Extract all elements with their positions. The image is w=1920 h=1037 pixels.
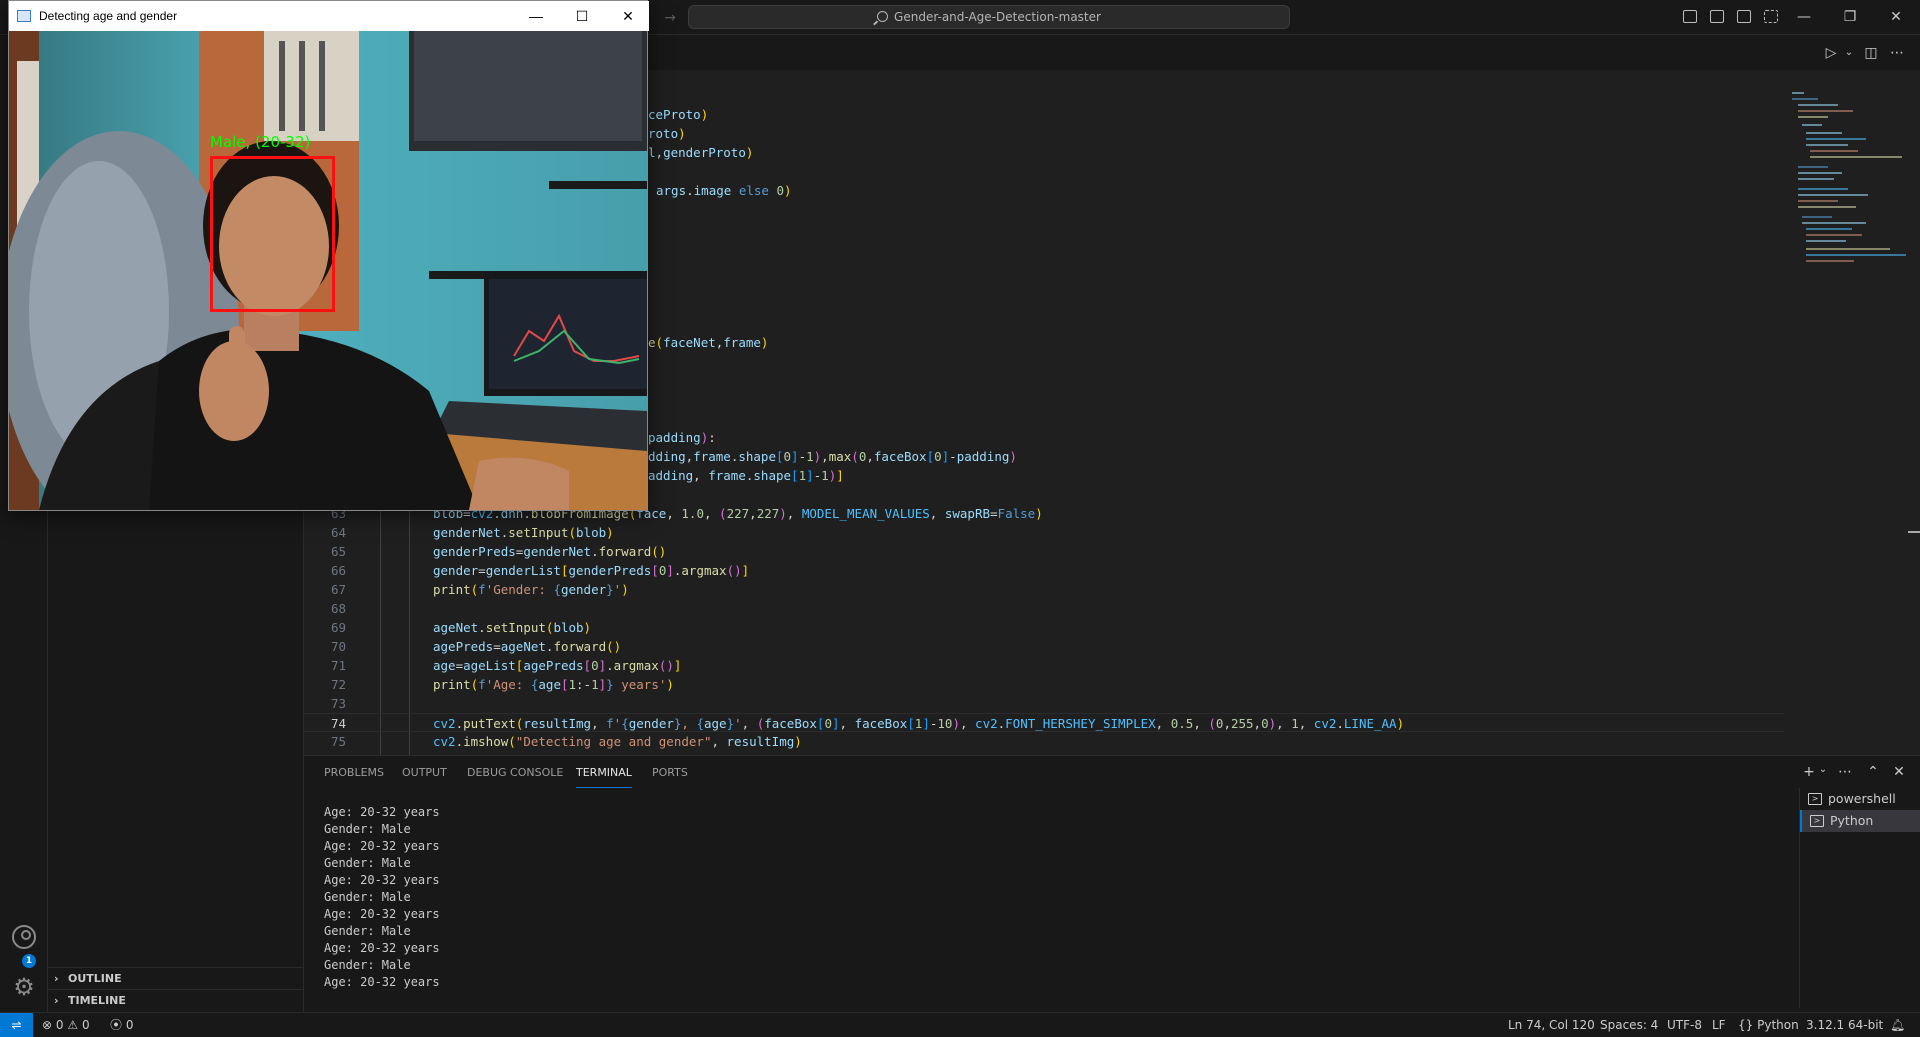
more-actions-icon[interactable]: ⋯ [1886, 42, 1908, 64]
opencv-window[interactable]: Detecting age and gender — ☐ ✕ Male, (20… [8, 0, 649, 511]
error-icon: ⊗ [42, 1018, 53, 1032]
close-button[interactable]: ✕ [1876, 4, 1916, 30]
toggle-primary-sidebar-icon[interactable] [1683, 10, 1697, 23]
chevron-right-icon: › [54, 972, 59, 985]
webcam-frame: Male, (20-32) [9, 31, 647, 510]
restore-button[interactable]: ❐ [1830, 4, 1870, 30]
command-center-label: Gender-and-Age-Detection-master [894, 10, 1101, 24]
toggle-secondary-sidebar-icon[interactable] [1737, 10, 1751, 23]
code-line[interactable]: 66 gender=genderList[genderPreds[0].argma… [304, 561, 1784, 580]
chevron-right-icon: › [54, 994, 59, 1007]
code-line[interactable]: 69 ageNet.setInput(blob) [304, 618, 1784, 637]
line-number: 65 [330, 544, 346, 559]
code-line[interactable]: 71 age=ageList[agePreds[0].argmax()] [304, 656, 1784, 675]
warning-icon: ⚠ [67, 1018, 79, 1032]
code-line-current[interactable]: 74 cv2.putText(resultImg, f'{gender}, {ag… [304, 713, 1784, 732]
bell-icon[interactable]: 🔔︎ [1890, 1013, 1905, 1037]
opencv-title-bar[interactable]: Detecting age and gender — ☐ ✕ [9, 1, 649, 31]
tab-output[interactable]: OUTPUT [402, 766, 447, 788]
remote-indicator-icon[interactable]: ⇌ [0, 1013, 33, 1037]
broadcast-icon: ⦿ [110, 1018, 123, 1032]
cursor-position[interactable]: Ln 74, Col 120 [1508, 1013, 1595, 1037]
outline-label: OUTLINE [68, 972, 122, 985]
interpreter-status[interactable]: 3.12.1 64-bit [1806, 1013, 1883, 1037]
encoding-status[interactable]: UTF-8 [1667, 1013, 1702, 1037]
line-number: 67 [330, 582, 346, 597]
window-title: Detecting age and gender [39, 9, 178, 23]
terminal-item-label: powershell [1828, 791, 1896, 806]
minimize-button[interactable]: — [1784, 4, 1824, 30]
bottom-panel: PROBLEMS OUTPUT DEBUG CONSOLE TERMINAL P… [304, 755, 1920, 1012]
code-line[interactable]: 65 genderPreds=genderNet.forward() [304, 542, 1784, 561]
close-panel-icon[interactable]: ✕ [1890, 764, 1908, 780]
line-number: 68 [330, 601, 346, 616]
line-number: 70 [330, 639, 346, 654]
eol-status[interactable]: LF [1712, 1013, 1726, 1037]
cv-close-button[interactable]: ✕ [605, 1, 651, 31]
terminal-item-label: Python [1830, 813, 1874, 828]
language-label: Python [1757, 1018, 1799, 1032]
maximize-panel-icon[interactable]: ⌃ [1864, 764, 1882, 780]
code-line[interactable]: 73 [304, 694, 1784, 713]
line-number: 74 [330, 716, 346, 731]
face-bounding-box [210, 156, 335, 312]
toggle-panel-icon[interactable] [1710, 10, 1724, 23]
timeline-label: TIMELINE [68, 994, 126, 1007]
line-number: 75 [330, 734, 346, 749]
problems-status[interactable]: ⊗ 0 ⚠ 0 [42, 1013, 90, 1037]
ports-status[interactable]: ⦿ 0 [110, 1013, 133, 1037]
terminal-icon: > [1810, 815, 1824, 827]
cv-maximize-button[interactable]: ☐ [559, 1, 605, 31]
status-bar: ⇌ ⊗ 0 ⚠ 0 ⦿ 0 Ln 74, Col 120 Spaces: 4 U… [0, 1012, 1920, 1037]
line-number: 72 [330, 677, 346, 692]
split-editor-icon[interactable]: ◫ [1860, 42, 1882, 64]
cv-minimize-button[interactable]: — [513, 1, 559, 31]
line-number: 66 [330, 563, 346, 578]
code-line[interactable]: 67 print(f'Gender: {gender}') [304, 580, 1784, 599]
terminal-output[interactable]: Age: 20-32 years Gender: Male Age: 20-32… [324, 804, 440, 991]
code-line[interactable]: 64 genderNet.setInput(blob) [304, 523, 1784, 542]
settings-badge: 1 [22, 954, 36, 968]
indentation-status[interactable]: Spaces: 4 [1600, 1013, 1658, 1037]
tab-ports[interactable]: PORTS [652, 766, 688, 788]
app-icon [17, 10, 31, 22]
error-count: 0 [55, 1018, 64, 1032]
terminal-list: > powershell > Python [1799, 788, 1920, 1008]
tab-problems[interactable]: PROBLEMS [324, 766, 384, 788]
terminal-dropdown-icon[interactable]: ⌄ [1814, 764, 1832, 775]
timeline-section[interactable]: › TIMELINE [48, 989, 304, 1011]
line-number: 69 [330, 620, 346, 635]
line-number: 64 [330, 525, 346, 540]
face-label: Male, (20-32) [210, 133, 311, 151]
gear-icon[interactable]: ⚙ [12, 975, 36, 999]
outline-section[interactable]: › OUTLINE [48, 967, 304, 989]
ports-count: 0 [125, 1018, 134, 1032]
customize-layout-icon[interactable] [1764, 10, 1778, 23]
account-icon[interactable] [12, 925, 36, 949]
line-number: 73 [330, 696, 346, 711]
forward-arrow-icon[interactable]: → [660, 8, 680, 28]
scrollbar-marker [1908, 531, 1920, 533]
search-icon [877, 10, 889, 22]
command-center-search[interactable]: Gender-and-Age-Detection-master [688, 5, 1290, 29]
warning-count: 0 [81, 1018, 90, 1032]
code-line[interactable]: 70 agePreds=ageNet.forward() [304, 637, 1784, 656]
line-number: 71 [330, 658, 346, 673]
terminal-item-powershell[interactable]: > powershell [1800, 788, 1920, 810]
code-line[interactable]: 75 cv2.imshow("Detecting age and gender",… [304, 732, 1784, 751]
braces-icon: {} [1738, 1018, 1754, 1032]
language-status[interactable]: {} Python [1738, 1013, 1799, 1037]
code-line[interactable]: 72 print(f'Age: {age[1:-1]} years') [304, 675, 1784, 694]
terminal-item-python[interactable]: > Python [1800, 810, 1920, 832]
minimap[interactable] [1790, 92, 1910, 755]
tab-debug-console[interactable]: DEBUG CONSOLE [467, 766, 563, 788]
terminal-icon: > [1808, 793, 1822, 805]
tab-terminal[interactable]: TERMINAL [576, 766, 632, 788]
run-dropdown-icon[interactable]: ⌄ [1838, 42, 1860, 64]
more-actions-icon[interactable]: ⋯ [1836, 764, 1854, 780]
code-line[interactable]: 68 [304, 599, 1784, 618]
